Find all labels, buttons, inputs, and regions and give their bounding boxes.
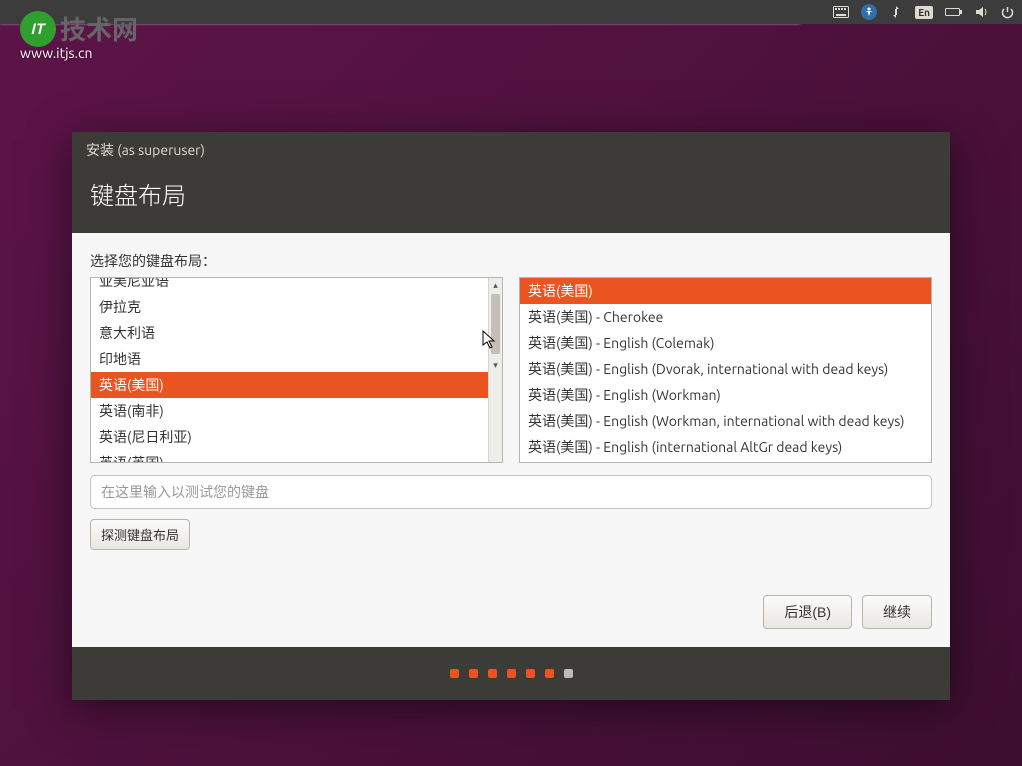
- scrollbar[interactable]: ▴ ▾: [488, 278, 502, 462]
- progress-dot: [507, 669, 516, 678]
- scroll-down-icon[interactable]: ▾: [489, 358, 502, 372]
- system-top-panel: En: [0, 0, 1022, 24]
- list-item[interactable]: 英语(美国) - English (Workman, international…: [520, 408, 931, 434]
- scroll-up-icon[interactable]: ▴: [489, 278, 502, 292]
- list-item[interactable]: 英语(美国): [91, 372, 488, 398]
- window-titlebar[interactable]: 安装 (as superuser): [72, 132, 950, 168]
- scroll-thumb[interactable]: [491, 294, 500, 354]
- layout-variant-listbox[interactable]: 英语(美国)英语(美国) - Cherokee英语(美国) - English …: [519, 277, 932, 463]
- accessibility-icon[interactable]: [861, 4, 877, 20]
- list-item[interactable]: 意大利语: [91, 320, 488, 346]
- keyboard-indicator-icon[interactable]: [833, 6, 849, 18]
- progress-dot: [488, 669, 497, 678]
- layout-lists-row: 亚美尼亚语伊拉克意大利语印地语英语(美国)英语(南非)英语(尼日利亚)英语(英国…: [90, 277, 932, 463]
- list-item[interactable]: 英语(南非): [91, 398, 488, 424]
- back-button[interactable]: 后退(B): [763, 595, 852, 629]
- keyboard-test-input[interactable]: [90, 475, 932, 509]
- choose-layout-label: 选择您的键盘布局：: [90, 251, 932, 271]
- progress-dot: [545, 669, 554, 678]
- list-item[interactable]: 印地语: [91, 346, 488, 372]
- watermark-url: www.itjs.cn: [20, 45, 138, 61]
- progress-dot: [564, 669, 573, 678]
- progress-dot: [469, 669, 478, 678]
- list-item[interactable]: 伊拉克: [91, 294, 488, 320]
- header-band: 键盘布局: [72, 168, 950, 233]
- list-item[interactable]: 英语(英国): [91, 450, 488, 462]
- content-area: 选择您的键盘布局： 亚美尼亚语伊拉克意大利语印地语英语(美国)英语(南非)英语(…: [72, 233, 950, 647]
- list-item[interactable]: 英语(美国) - English (the divide/multiply ke…: [520, 460, 931, 462]
- list-item[interactable]: 英语(美国) - English (Dvorak, international …: [520, 356, 931, 382]
- progress-dot: [450, 669, 459, 678]
- list-item[interactable]: 英语(美国) - English (international AltGr de…: [520, 434, 931, 460]
- power-icon[interactable]: [1001, 6, 1014, 19]
- progress-dots: [72, 647, 950, 700]
- list-item[interactable]: 英语(尼日利亚): [91, 424, 488, 450]
- list-item[interactable]: 英语(美国) - Cherokee: [520, 304, 931, 330]
- window-title: 安装 (as superuser): [86, 142, 205, 158]
- progress-dot: [526, 669, 535, 678]
- list-item[interactable]: 英语(美国): [520, 278, 931, 304]
- nav-button-row: 后退(B) 继续: [90, 595, 932, 629]
- page-title: 键盘布局: [90, 176, 932, 211]
- list-item[interactable]: 英语(美国) - English (Colemak): [520, 330, 931, 356]
- continue-button[interactable]: 继续: [862, 595, 932, 629]
- layout-country-listbox[interactable]: 亚美尼亚语伊拉克意大利语印地语英语(美国)英语(南非)英语(尼日利亚)英语(英国…: [90, 277, 503, 463]
- list-item[interactable]: 英语(美国) - English (Workman): [520, 382, 931, 408]
- detect-keyboard-button[interactable]: 探测键盘布局: [90, 519, 190, 550]
- list-item[interactable]: 亚美尼亚语: [91, 278, 488, 294]
- installer-window: 安装 (as superuser) 键盘布局 选择您的键盘布局： 亚美尼亚语伊拉…: [72, 132, 950, 700]
- language-badge[interactable]: En: [915, 6, 933, 19]
- network-icon[interactable]: [889, 6, 903, 18]
- battery-icon[interactable]: [945, 7, 963, 17]
- volume-icon[interactable]: [975, 6, 989, 18]
